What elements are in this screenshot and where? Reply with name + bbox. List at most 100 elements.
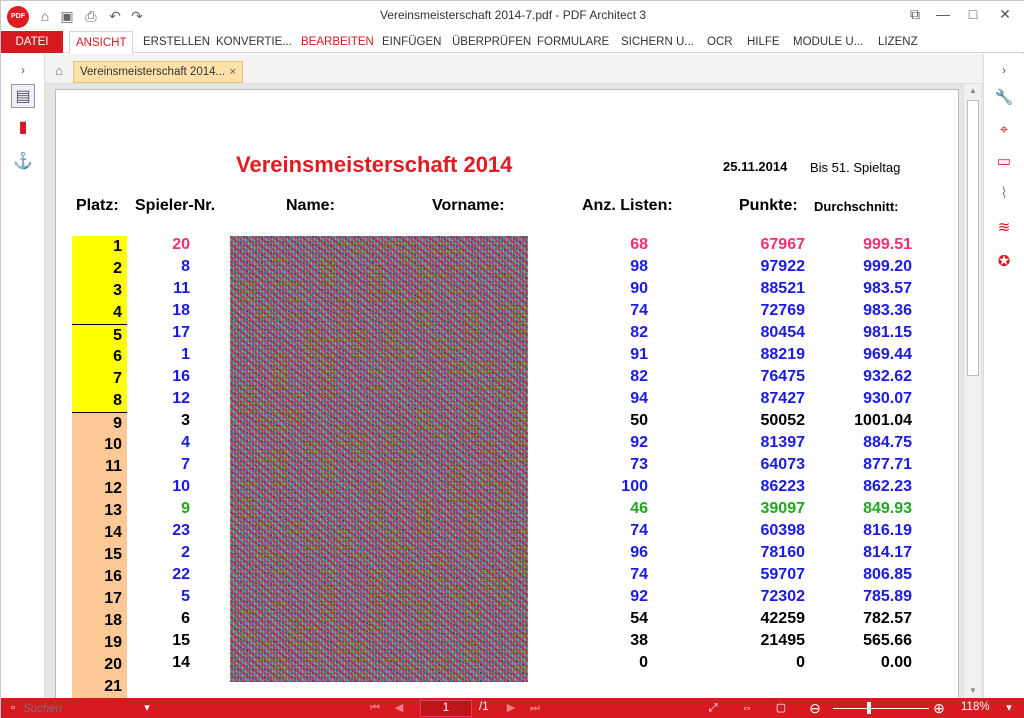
zoom-dropdown-icon[interactable]: ▾ <box>1001 700 1017 716</box>
zoom-in-icon[interactable]: ⊕ <box>931 700 947 716</box>
minimize-button[interactable]: — <box>933 5 953 23</box>
home-tab-icon[interactable]: ⌂ <box>49 61 69 81</box>
attachment-icon[interactable]: ⌇ <box>992 182 1016 206</box>
document-viewport[interactable]: Vereinsmeisterschaft 2014 25.11.2014 Bis… <box>45 84 983 698</box>
cell-spieler: 8 <box>181 258 190 275</box>
tab-lizenz[interactable]: LIZENZ <box>878 31 918 53</box>
first-page-icon[interactable]: ⏮ <box>367 700 383 716</box>
cell-punkte: 50052 <box>760 412 806 429</box>
cell-schnitt: 816.19 <box>863 522 912 539</box>
header-punkte: Punkte: <box>739 197 798 214</box>
cell-schnitt: 981.15 <box>863 324 912 341</box>
app-window: PDF ⌂ ▣ ⎙ ↶ ↷ Vereinsmeisterschaft 2014-… <box>0 0 1024 718</box>
prev-page-icon[interactable]: ◀ <box>391 700 407 716</box>
cell-listen <box>588 676 648 698</box>
scroll-thumb[interactable] <box>967 100 979 376</box>
cell-punkte: 60398 <box>760 522 806 539</box>
tools-icon[interactable]: 🔧 <box>992 86 1016 110</box>
scroll-down-icon[interactable]: ▼ <box>964 684 982 698</box>
cell-punkte: 97922 <box>760 258 806 275</box>
panel-toggle-icon[interactable]: ▫ <box>5 700 21 716</box>
cell-spieler: 18 <box>172 302 190 319</box>
tab-datei[interactable]: DATEI <box>1 31 63 53</box>
zoom-slider-handle[interactable] <box>867 702 871 714</box>
cell-punkte: 76475 <box>760 368 806 385</box>
scroll-up-icon[interactable]: ▲ <box>964 84 982 98</box>
tab-bearbeiten[interactable]: BEARBEITEN <box>301 31 374 53</box>
search-input[interactable] <box>23 700 153 717</box>
cell-platz: 13 <box>72 500 127 522</box>
tab-module[interactable]: MODULE U... <box>793 31 863 53</box>
cell-schnitt: 930.07 <box>863 390 912 407</box>
cell-spieler: 14 <box>172 654 190 671</box>
cell-listen: 94 <box>630 390 648 407</box>
comment-icon[interactable]: ▭ <box>992 150 1016 174</box>
cell-schnitt: 877.71 <box>863 456 912 473</box>
cell-listen: 96 <box>630 544 648 561</box>
right-panel: › 🔧 ⌖ ▭ ⌇ ≋ ✪ <box>983 54 1024 698</box>
binoculars-icon[interactable]: ⌖ <box>992 118 1016 142</box>
zoom-level[interactable]: 118% <box>961 701 990 713</box>
cell-listen: 74 <box>630 566 648 583</box>
cell-platz: 1 <box>72 236 127 258</box>
tab-ocr[interactable]: OCR <box>707 31 733 53</box>
tab-einfuegen[interactable]: EINFÜGEN <box>382 31 441 53</box>
fit-width-icon[interactable]: ⇔ <box>739 700 755 716</box>
header-schnitt: Durchschnitt: <box>814 199 899 214</box>
page-number-input[interactable]: 1 <box>420 700 472 717</box>
cell-listen: 46 <box>630 500 648 517</box>
cell-punkte: 80454 <box>760 324 806 341</box>
tab-ueberpruefen[interactable]: ÜBERPRÜFEN <box>452 31 531 53</box>
tab-formulare[interactable]: FORMULARE <box>537 31 609 53</box>
redacted-names-area <box>230 236 528 682</box>
document-tab[interactable]: Vereinsmeisterschaft 2014... × <box>73 61 243 83</box>
tab-hilfe[interactable]: HILFE <box>747 31 780 53</box>
tab-ansicht[interactable]: ANSICHT <box>69 31 134 54</box>
cell-schnitt: 1001.04 <box>854 412 912 429</box>
next-page-icon[interactable]: ▶ <box>503 700 519 716</box>
actual-size-icon[interactable]: ▢ <box>773 700 789 716</box>
last-page-icon[interactable]: ⏭ <box>527 700 543 716</box>
cell-punkte: 0 <box>796 654 805 671</box>
close-button[interactable]: ✕ <box>995 5 1015 23</box>
maximize-button[interactable]: □ <box>963 5 983 23</box>
cell-spieler <box>130 676 190 698</box>
tab-sichern[interactable]: SICHERN U... <box>621 31 694 53</box>
cell-platz: 15 <box>72 544 127 566</box>
cell-listen: 91 <box>630 346 648 363</box>
cell-spieler: 15 <box>172 632 190 649</box>
cell-listen: 92 <box>630 434 648 451</box>
cell-schnitt: 0.00 <box>880 654 912 671</box>
zoom-slider[interactable] <box>833 708 929 709</box>
layers-icon[interactable]: ≋ <box>992 216 1016 240</box>
fit-page-icon[interactable]: ⤢ <box>705 700 721 716</box>
zoom-out-icon[interactable]: ⊖ <box>807 700 823 716</box>
search-dropdown-icon[interactable]: ▾ <box>139 700 155 716</box>
fullscreen-icon[interactable]: ⧉ <box>905 5 925 23</box>
cell-listen: 68 <box>630 236 648 253</box>
cell-platz: 9 <box>72 412 127 434</box>
expand-panel-icon[interactable]: › <box>11 58 35 82</box>
anchor-icon[interactable]: ⚓ <box>11 150 35 174</box>
cell-punkte: 67967 <box>760 236 806 253</box>
bookmarks-icon[interactable]: ▮ <box>11 116 35 140</box>
close-tab-icon[interactable]: × <box>230 62 236 82</box>
cell-spieler: 17 <box>172 324 190 341</box>
cell-listen: 82 <box>630 324 648 341</box>
thumbnails-icon[interactable]: ▤ <box>11 84 35 108</box>
cell-spieler: 5 <box>181 588 190 605</box>
cell-spieler: 12 <box>172 390 190 407</box>
tab-erstellen[interactable]: ERSTELLEN <box>143 31 210 53</box>
cell-spieler: 23 <box>172 522 190 539</box>
cell-punkte <box>725 676 805 698</box>
cell-listen: 50 <box>630 412 648 429</box>
certificate-icon[interactable]: ✪ <box>992 250 1016 274</box>
header-spieler: Spieler-Nr. <box>135 197 216 214</box>
cell-platz: 8 <box>72 390 127 412</box>
cell-schnitt: 969.44 <box>863 346 912 363</box>
cell-spieler: 6 <box>181 610 190 627</box>
cell-platz: 5 <box>72 324 127 346</box>
vertical-scrollbar[interactable]: ▲ ▼ <box>963 84 981 698</box>
tab-konvertieren[interactable]: KONVERTIE... <box>216 31 292 53</box>
collapse-panel-icon[interactable]: › <box>992 58 1016 82</box>
